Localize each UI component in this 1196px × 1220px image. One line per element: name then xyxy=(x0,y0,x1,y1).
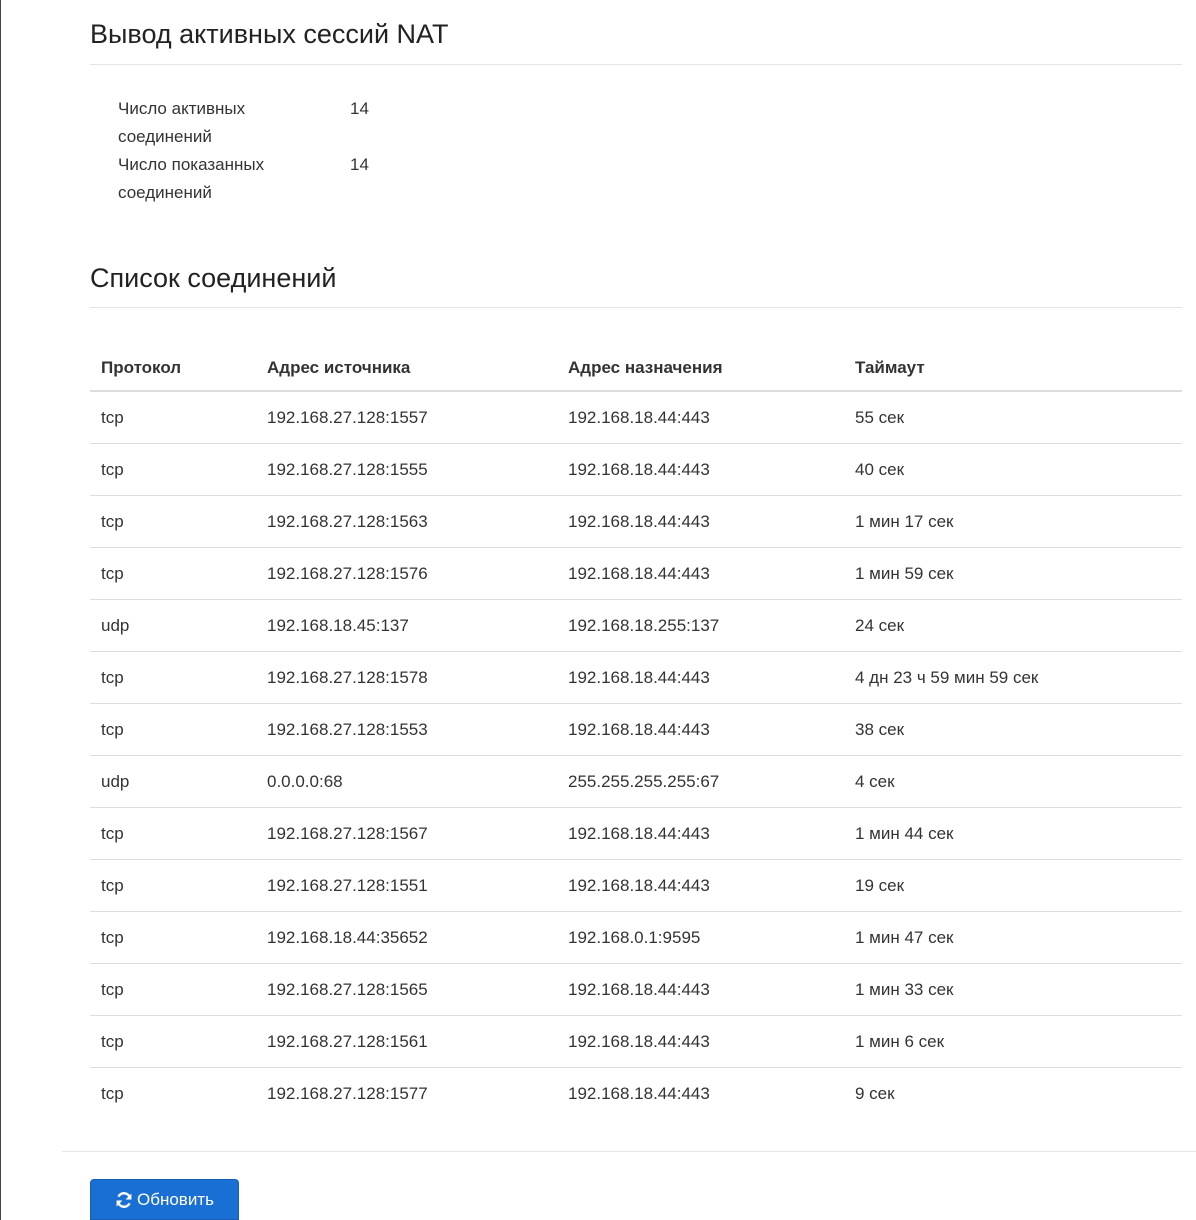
cell-timeout: 55 сек xyxy=(844,391,1182,444)
cell-timeout: 1 мин 59 сек xyxy=(844,547,1182,600)
connections-table: Протокол Адрес источника Адрес назначени… xyxy=(90,346,1182,1119)
table-row: udp 192.168.18.45:137 192.168.18.255:137 24… xyxy=(90,599,1182,652)
cell-protocol: udp xyxy=(90,599,256,652)
cell-timeout: 1 мин 47 сек xyxy=(844,911,1182,964)
cell-protocol: tcp xyxy=(90,807,256,860)
table-row: tcp 192.168.27.128:1557 192.168.18.44:443 5… xyxy=(90,391,1182,444)
title-divider xyxy=(90,64,1182,65)
left-border xyxy=(0,0,1,1220)
cell-destination: 192.168.18.255:137 xyxy=(557,599,844,652)
cell-destination: 192.168.18.44:443 xyxy=(557,651,844,704)
cell-source: 192.168.27.128:1555 xyxy=(256,443,557,496)
column-header-timeout: Таймаут xyxy=(844,346,1182,392)
cell-protocol: tcp xyxy=(90,651,256,704)
cell-destination: 255.255.255.255:67 xyxy=(557,755,844,808)
cell-timeout: 4 дн 23 ч 59 мин 59 сек xyxy=(844,651,1182,704)
refresh-button[interactable]: Обновить xyxy=(90,1179,239,1220)
table-header-row: Протокол Адрес источника Адрес назначени… xyxy=(90,346,1182,392)
summary-value-shown: 14 xyxy=(350,155,369,174)
table-row: tcp 192.168.27.128:1551 192.168.18.44:443 1… xyxy=(90,859,1182,912)
cell-source: 192.168.27.128:1576 xyxy=(256,547,557,600)
cell-protocol: tcp xyxy=(90,911,256,964)
cell-timeout: 1 мин 6 сек xyxy=(844,1015,1182,1068)
table-row: tcp 192.168.27.128:1561 192.168.18.44:443 1… xyxy=(90,1015,1182,1068)
connections-header: Список соединений xyxy=(90,263,1182,307)
cell-timeout: 24 сек xyxy=(844,599,1182,652)
table-row: tcp 192.168.27.128:1565 192.168.18.44:443 1… xyxy=(90,963,1182,1016)
cell-protocol: tcp xyxy=(90,495,256,548)
column-header-destination: Адрес назначения xyxy=(557,346,844,392)
summary-label-shown: Число показанных соединений xyxy=(118,155,265,202)
column-header-source: Адрес источника xyxy=(256,346,557,392)
table-row: tcp 192.168.27.128:1553 192.168.18.44:443 3… xyxy=(90,703,1182,756)
cell-protocol: tcp xyxy=(90,443,256,496)
cell-protocol: tcp xyxy=(90,703,256,756)
cell-source: 192.168.18.44:35652 xyxy=(256,911,557,964)
refresh-button-label: Обновить xyxy=(137,1189,214,1209)
column-header-protocol: Протокол xyxy=(90,346,256,392)
cell-protocol: tcp xyxy=(90,391,256,444)
connections-divider xyxy=(90,307,1182,308)
cell-timeout: 1 мин 17 сек xyxy=(844,495,1182,548)
cell-destination: 192.168.0.1:9595 xyxy=(557,911,844,964)
cell-timeout: 1 мин 33 сек xyxy=(844,963,1182,1016)
table-body: tcp 192.168.27.128:1557 192.168.18.44:443 5… xyxy=(90,391,1182,1119)
page-header: Вывод активных сессий NAT xyxy=(90,0,1182,49)
cell-destination: 192.168.18.44:443 xyxy=(557,1015,844,1068)
table-row: udp 0.0.0.0:68 255.255.255.255:67 4 сек xyxy=(90,755,1182,808)
cell-timeout: 40 сек xyxy=(844,443,1182,496)
cell-destination: 192.168.18.44:443 xyxy=(557,391,844,444)
cell-protocol: tcp xyxy=(101,1083,124,1103)
footer-divider xyxy=(62,1151,1196,1152)
cell-protocol: tcp xyxy=(90,1015,256,1068)
cell-protocol: tcp xyxy=(90,859,256,912)
cell-source: 192.168.27.128:1567 xyxy=(256,807,557,860)
table-row: tcp 192.168.27.128:1578 192.168.18.44:443 4… xyxy=(90,651,1182,704)
cell-source: 192.168.27.128:1553 xyxy=(256,703,557,756)
cell-timeout: 19 сек xyxy=(844,859,1182,912)
cell-source: 192.168.27.128:1551 xyxy=(256,859,557,912)
page-title: Вывод активных сессий NAT xyxy=(90,19,449,49)
cell-source: 192.168.27.128:1557 xyxy=(256,391,557,444)
cell-destination: 192.168.18.44:443 xyxy=(568,1083,710,1103)
table-row: tcp 192.168.27.128:1563 192.168.18.44:443 1… xyxy=(90,495,1182,548)
table-row: tcp 192.168.27.128:1577 192.168.18.44:443 9… xyxy=(90,1068,1182,1120)
summary-row: Число активных соединений 14 xyxy=(118,95,1182,151)
cell-destination: 192.168.18.44:443 xyxy=(557,703,844,756)
cell-protocol: tcp xyxy=(90,963,256,1016)
cell-destination: 192.168.18.44:443 xyxy=(557,807,844,860)
cell-protocol: udp xyxy=(90,755,256,808)
cell-destination: 192.168.18.44:443 xyxy=(557,443,844,496)
summary-label-active: Число активных соединений xyxy=(118,99,246,146)
cell-timeout: 9 сек xyxy=(855,1083,895,1103)
table-row: tcp 192.168.27.128:1567 192.168.18.44:443 1… xyxy=(90,807,1182,860)
cell-timeout: 38 сек xyxy=(844,703,1182,756)
table-row: tcp 192.168.27.128:1555 192.168.18.44:443 4… xyxy=(90,443,1182,496)
cell-destination: 192.168.18.44:443 xyxy=(557,547,844,600)
summary-row: Число показанных соединений 14 xyxy=(118,151,1182,207)
cell-timeout: 4 сек xyxy=(844,755,1182,808)
cell-destination: 192.168.18.44:443 xyxy=(557,963,844,1016)
summary-value-active: 14 xyxy=(350,99,369,118)
cell-source: 192.168.18.45:137 xyxy=(256,599,557,652)
cell-destination: 192.168.18.44:443 xyxy=(557,495,844,548)
summary-block: Число активных соединений 14 Число показ… xyxy=(118,95,1182,207)
table-row: tcp 192.168.18.44:35652 192.168.0.1:9595 1 … xyxy=(90,911,1182,964)
cell-source: 192.168.27.128:1563 xyxy=(256,495,557,548)
cell-source: 192.168.27.128:1565 xyxy=(256,963,557,1016)
cell-destination: 192.168.18.44:443 xyxy=(557,859,844,912)
table-row: tcp 192.168.27.128:1576 192.168.18.44:443 1… xyxy=(90,547,1182,600)
cell-protocol: tcp xyxy=(90,547,256,600)
main-content: Вывод активных сессий NAT Число активных… xyxy=(90,0,1182,1119)
cell-source: 192.168.27.128:1561 xyxy=(256,1015,557,1068)
cell-source: 0.0.0.0:68 xyxy=(256,755,557,808)
refresh-icon xyxy=(115,1191,133,1209)
cell-source: 192.168.27.128:1578 xyxy=(256,651,557,704)
cell-source: 192.168.27.128:1577 xyxy=(267,1083,428,1103)
connections-title: Список соединений xyxy=(90,263,337,293)
cell-timeout: 1 мин 44 сек xyxy=(844,807,1182,860)
